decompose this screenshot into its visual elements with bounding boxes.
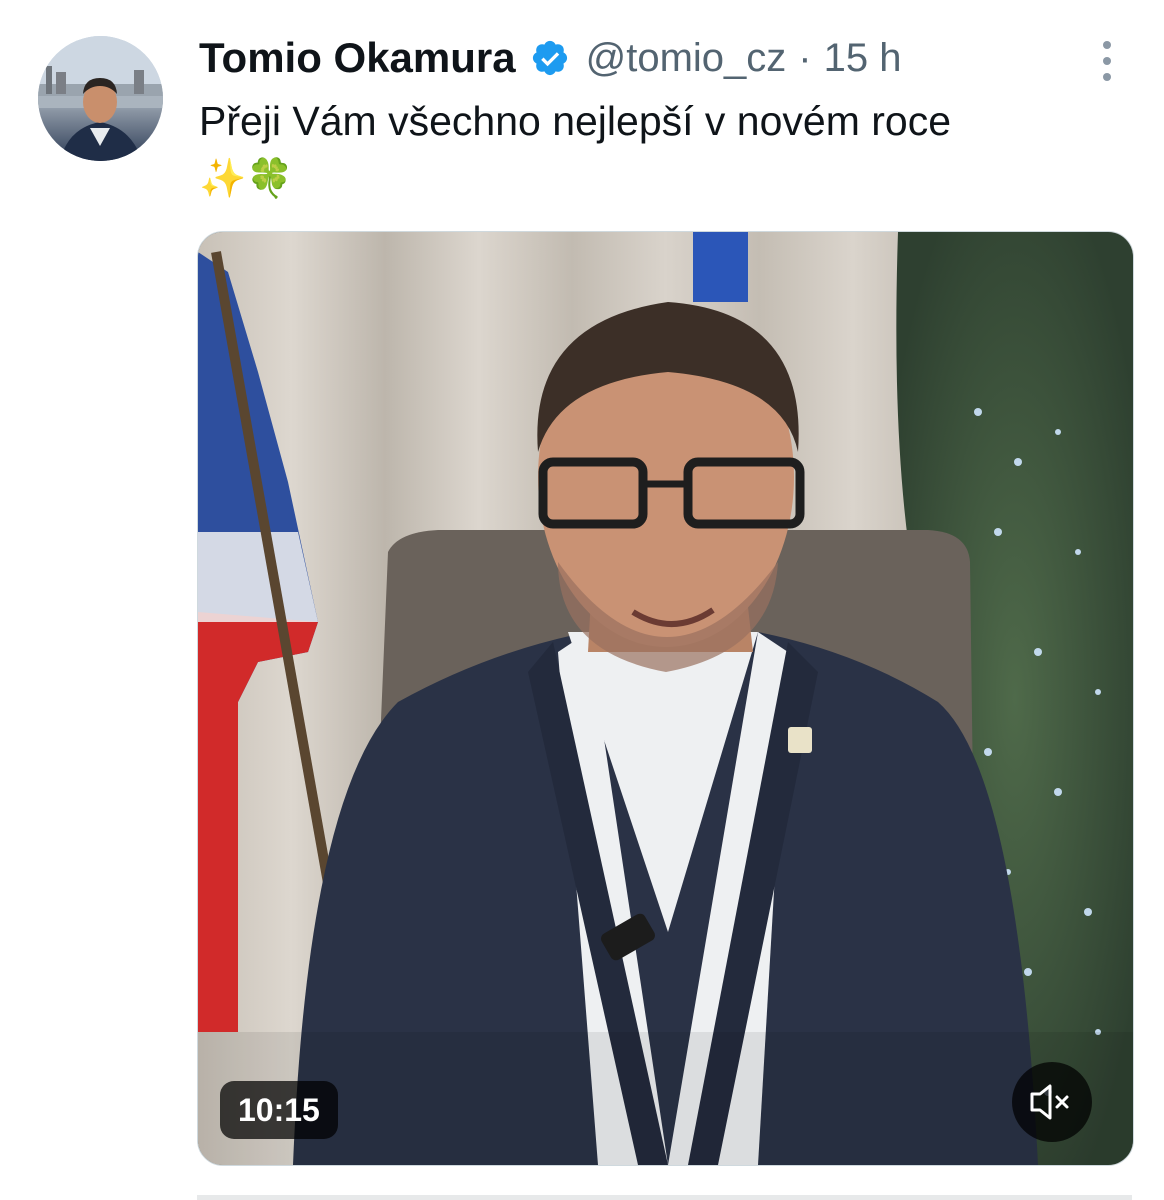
speaker-muted-icon[interactable] xyxy=(1012,1062,1092,1142)
tweet-text-line: Přeji Vám všechno nejlepší v novém roce xyxy=(199,98,952,144)
tweet-header: Tomio Okamura @tomio_cz · 15 h xyxy=(199,30,901,86)
author-name[interactable]: Tomio Okamura xyxy=(199,34,516,82)
video-player[interactable] xyxy=(197,231,1134,1166)
more-options-icon[interactable] xyxy=(1096,38,1118,84)
author-handle[interactable]: @tomio_cz xyxy=(586,36,787,81)
tweet-text: Přeji Vám všechno nejlepší v novém roce … xyxy=(199,92,1129,208)
separator-dot: · xyxy=(798,35,812,80)
tweet[interactable]: Tomio Okamura @tomio_cz · 15 h Přeji Vám… xyxy=(0,0,1164,1200)
tweet-emoji-line: ✨🍀 xyxy=(199,158,294,200)
next-content-edge xyxy=(197,1195,1132,1200)
video-frame xyxy=(198,232,1133,1165)
timestamp[interactable]: 15 h xyxy=(824,36,902,81)
verified-badge-icon xyxy=(530,38,570,78)
video-duration-badge: 10:15 xyxy=(220,1081,338,1139)
avatar[interactable] xyxy=(38,36,163,161)
